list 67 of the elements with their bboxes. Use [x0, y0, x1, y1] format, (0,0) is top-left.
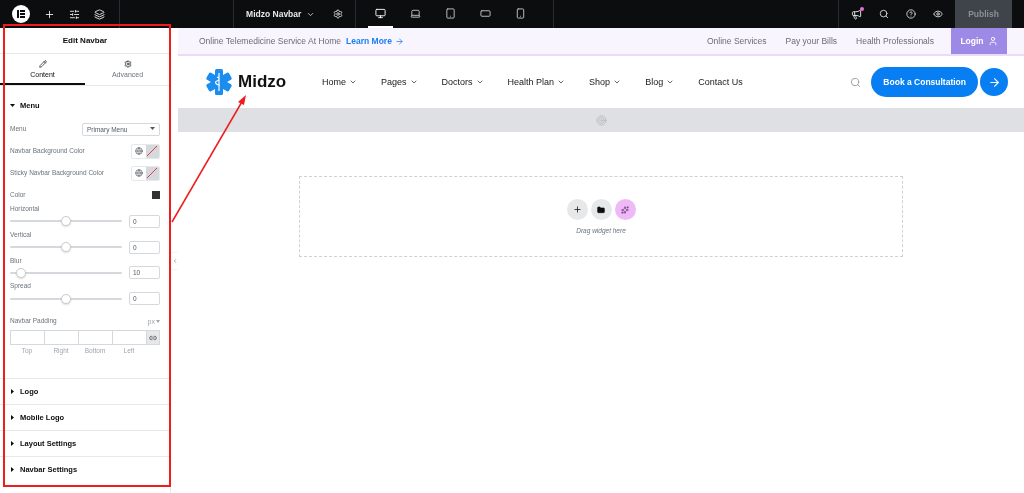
consultation-button[interactable]: Book a Consultation	[871, 67, 978, 97]
document-title[interactable]: Midzo Navbar	[246, 9, 316, 19]
padding-field[interactable]	[112, 330, 146, 346]
globe-icon	[134, 147, 143, 155]
color-swatch[interactable]	[152, 191, 160, 199]
slider-track[interactable]	[10, 216, 122, 227]
color-picker[interactable]	[131, 143, 160, 159]
top-link[interactable]: Pay your Bills	[785, 36, 838, 46]
empty-color-icon	[146, 167, 159, 179]
nav-link[interactable]: Health Plan	[507, 77, 566, 87]
folder-button[interactable]	[590, 199, 612, 220]
padding-field[interactable]	[10, 330, 44, 346]
brand-name[interactable]: Midzo	[238, 72, 287, 92]
link-icon	[149, 333, 157, 342]
top-link[interactable]: Online Services	[707, 36, 767, 46]
folder-icon	[597, 205, 605, 214]
learn-more-link[interactable]: Learn More	[346, 36, 404, 46]
user-icon	[987, 36, 998, 46]
announcement-text: Online Telemedicine Service At Home	[199, 36, 342, 46]
tablet-icon	[445, 7, 457, 19]
settings-icon[interactable]	[333, 9, 344, 19]
nav-link[interactable]: Doctors	[441, 77, 484, 87]
sparkles-icon	[621, 205, 629, 214]
caret-down-icon	[156, 319, 160, 323]
preview-icon[interactable]	[933, 9, 943, 19]
target-icon	[595, 114, 607, 126]
phone-icon	[515, 7, 527, 19]
top-link[interactable]: Health Professionals	[856, 36, 934, 46]
arrow-button[interactable]	[980, 68, 1008, 96]
plus-icon	[572, 205, 582, 214]
app-logo-icon[interactable]	[12, 5, 30, 23]
caret-down-icon	[150, 127, 155, 131]
nav-link[interactable]: Home	[322, 77, 357, 87]
empty-color-icon	[146, 145, 159, 157]
arrow-right-icon	[394, 36, 404, 46]
pencil-icon	[38, 59, 47, 68]
padding-field[interactable]	[78, 330, 112, 346]
layers-icon[interactable]	[94, 8, 105, 20]
laptop-icon	[410, 7, 422, 19]
nav-link[interactable]: Contact Us	[698, 77, 743, 87]
arrow-right-icon	[987, 75, 1001, 89]
star-of-life-icon	[205, 68, 233, 96]
nav-link[interactable]: Pages	[381, 77, 418, 87]
gear-icon	[123, 59, 132, 68]
slider-thumb[interactable]	[61, 293, 71, 304]
slider-track[interactable]	[10, 293, 122, 304]
sparkle-button[interactable]	[614, 199, 636, 220]
search-icon[interactable]	[879, 9, 889, 19]
add-icon[interactable]	[44, 8, 55, 20]
slider-thumb[interactable]	[61, 216, 71, 227]
landscape-tablet-icon	[480, 7, 492, 19]
nav-link[interactable]: Blog	[645, 77, 675, 87]
slider-thumb[interactable]	[16, 267, 27, 278]
monitor-icon	[375, 7, 387, 19]
megaphone-icon[interactable]	[851, 8, 862, 20]
slider-track[interactable]	[10, 267, 122, 278]
panel-title: Edit Navbar	[0, 28, 170, 54]
nav-link[interactable]: Shop	[589, 77, 622, 87]
slider-thumb[interactable]	[61, 242, 71, 253]
color-picker[interactable]	[131, 165, 160, 181]
help-icon[interactable]	[906, 9, 916, 19]
globe-icon	[134, 169, 143, 177]
slider-track[interactable]	[10, 242, 122, 253]
chevron-left-icon	[171, 257, 178, 264]
padding-field[interactable]	[44, 330, 78, 346]
sliders-icon[interactable]	[69, 8, 80, 20]
link-button[interactable]	[146, 330, 160, 346]
